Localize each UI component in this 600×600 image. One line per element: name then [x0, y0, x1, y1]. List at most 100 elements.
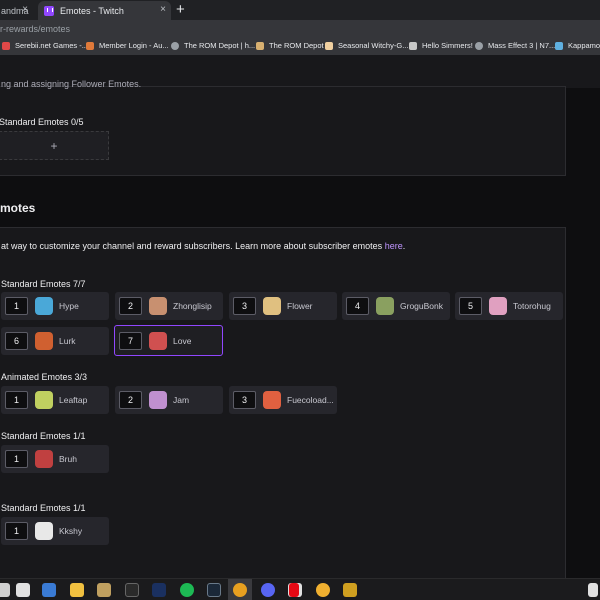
- disney-icon[interactable]: [152, 583, 166, 597]
- globe-icon: [475, 41, 483, 50]
- bookmark-item[interactable]: Hello Simmers!: [409, 41, 473, 50]
- store-icon[interactable]: [42, 583, 56, 597]
- bookmark-icon: [325, 41, 333, 50]
- bookmark-label: The ROM Depot | h...: [184, 41, 256, 50]
- new-tab-button[interactable]: +: [176, 1, 185, 18]
- description-text: at way to customize your channel and rew…: [1, 241, 385, 251]
- bookmark-item[interactable]: The ROM Depot | h...: [171, 41, 255, 50]
- blitz-icon[interactable]: [343, 583, 357, 597]
- keyboard-icon[interactable]: [16, 583, 30, 597]
- page-content: ng and assigning Follower Emotes. Standa…: [0, 79, 600, 587]
- emote-image: [35, 391, 53, 409]
- bookmark-label: Mass Effect 3 | N7...: [488, 41, 556, 50]
- close-tab-icon[interactable]: ×: [160, 4, 166, 15]
- emote-number: 3: [233, 297, 256, 315]
- emote-name: Zhonglisip: [173, 301, 212, 311]
- emote-name: Love: [173, 335, 192, 346]
- follower-emotes-title: Standard Emotes 0/5: [0, 117, 84, 127]
- emote-slot[interactable]: 2 Zhonglisip: [115, 292, 223, 320]
- bookmark-item[interactable]: The ROM Depot: [256, 41, 324, 50]
- emote-image: [35, 450, 53, 468]
- url-text: r-rewards/emotes: [0, 24, 71, 34]
- epic-games-icon[interactable]: [125, 583, 139, 597]
- emote-number: 1: [5, 522, 28, 540]
- emote-group-title: Animated Emotes 3/3: [1, 372, 88, 382]
- emote-image: [35, 297, 53, 315]
- emote-image: [263, 297, 281, 315]
- emote-name: GroguBonk: [400, 301, 443, 311]
- emote-image: [376, 297, 394, 315]
- emote-slot[interactable]: 1 Kkshy: [1, 517, 109, 545]
- add-emote-button[interactable]: +: [0, 131, 109, 160]
- emote-image: [263, 391, 281, 409]
- emote-number: 1: [5, 450, 28, 468]
- emote-slot[interactable]: 3 Fuecoload...: [229, 386, 337, 414]
- emote-group-title: Standard Emotes 1/1: [1, 431, 86, 441]
- bookmarks-bar: Serebii.net Games -... Member Login - Au…: [0, 38, 600, 55]
- bookmark-icon: [409, 41, 417, 50]
- bookmark-icon: [256, 41, 264, 50]
- bookmark-label: Kappamon: [568, 41, 600, 50]
- emote-number: 1: [5, 297, 28, 315]
- follower-emotes-card: ng and assigning Follower Emotes. Standa…: [0, 79, 566, 176]
- learn-more-link[interactable]: here: [385, 241, 403, 251]
- bookmark-item[interactable]: Member Login - Au...: [86, 41, 169, 50]
- bookmark-label: The ROM Depot: [269, 41, 324, 50]
- emote-number: 4: [346, 297, 369, 315]
- netflix-icon[interactable]: [289, 583, 299, 597]
- browser-tab-strip: andma × Emotes - Twitch × +: [0, 0, 600, 20]
- emote-image: [35, 522, 53, 540]
- discord-icon[interactable]: [261, 583, 275, 597]
- emote-name: Kkshy: [59, 526, 83, 536]
- emote-number: 3: [233, 391, 256, 409]
- bookmark-item[interactable]: Kappamon: [555, 41, 600, 50]
- emote-image: [35, 332, 53, 350]
- browser-tab-active[interactable]: Emotes - Twitch ×: [38, 1, 171, 20]
- emote-image: [149, 391, 167, 409]
- emote-slot[interactable]: 4 GroguBonk: [342, 292, 450, 320]
- emote-slot-selected[interactable]: 7 Love: [114, 325, 223, 356]
- close-tab-icon[interactable]: ×: [22, 4, 28, 15]
- emote-slot[interactable]: 1 Hype: [1, 292, 109, 320]
- emote-slot[interactable]: 6 Lurk: [1, 327, 109, 355]
- game-icon[interactable]: [97, 583, 111, 597]
- plus-icon: +: [50, 138, 58, 153]
- emote-number: 1: [5, 391, 28, 409]
- bookmark-item[interactable]: Serebii.net Games -...: [2, 41, 88, 50]
- steam-icon[interactable]: [207, 583, 221, 597]
- emote-number: 5: [459, 297, 482, 315]
- emote-slot[interactable]: 2 Jam: [115, 386, 223, 414]
- emote-number: 2: [119, 391, 142, 409]
- overwolf-icon[interactable]: [316, 583, 330, 597]
- file-explorer-icon[interactable]: [70, 583, 84, 597]
- address-bar[interactable]: r-rewards/emotes: [0, 20, 600, 38]
- bookmark-label: Hello Simmers!: [422, 41, 473, 50]
- bookmark-item[interactable]: Mass Effect 3 | N7...: [475, 41, 555, 50]
- bookmark-icon: [555, 41, 563, 50]
- spotify-icon[interactable]: [180, 583, 194, 597]
- keyboard-icon[interactable]: [0, 583, 10, 597]
- system-tray-icon[interactable]: [588, 583, 598, 597]
- emote-slot[interactable]: 5 Totorohug: [455, 292, 563, 320]
- taskbar: [0, 578, 600, 600]
- globe-icon: [171, 41, 179, 50]
- chrome-icon[interactable]: [233, 583, 247, 597]
- emote-name: Flower: [287, 301, 313, 311]
- tab-title: Emotes - Twitch: [60, 5, 124, 16]
- bookmark-item[interactable]: Seasonal Witchy-G...: [325, 41, 408, 50]
- emote-name: Totorohug: [513, 301, 551, 311]
- bookmark-label: Seasonal Witchy-G...: [338, 41, 409, 50]
- emote-number: 7: [119, 331, 142, 350]
- emote-image: [489, 297, 507, 315]
- emote-group-title: Standard Emotes 1/1: [1, 503, 86, 513]
- emote-slot[interactable]: 3 Flower: [229, 292, 337, 320]
- emote-slot[interactable]: 1 Leaftap: [1, 386, 109, 414]
- bookmark-icon: [86, 41, 94, 50]
- emote-slot[interactable]: 1 Bruh: [1, 445, 109, 473]
- screen: andma × Emotes - Twitch × + r-rewards/em…: [0, 0, 600, 600]
- emote-number: 2: [119, 297, 142, 315]
- browser-tab[interactable]: andma ×: [0, 1, 38, 20]
- emote-name: Hype: [59, 301, 79, 311]
- bookmark-icon: [2, 41, 10, 50]
- follower-description: ng and assigning Follower Emotes.: [1, 79, 142, 89]
